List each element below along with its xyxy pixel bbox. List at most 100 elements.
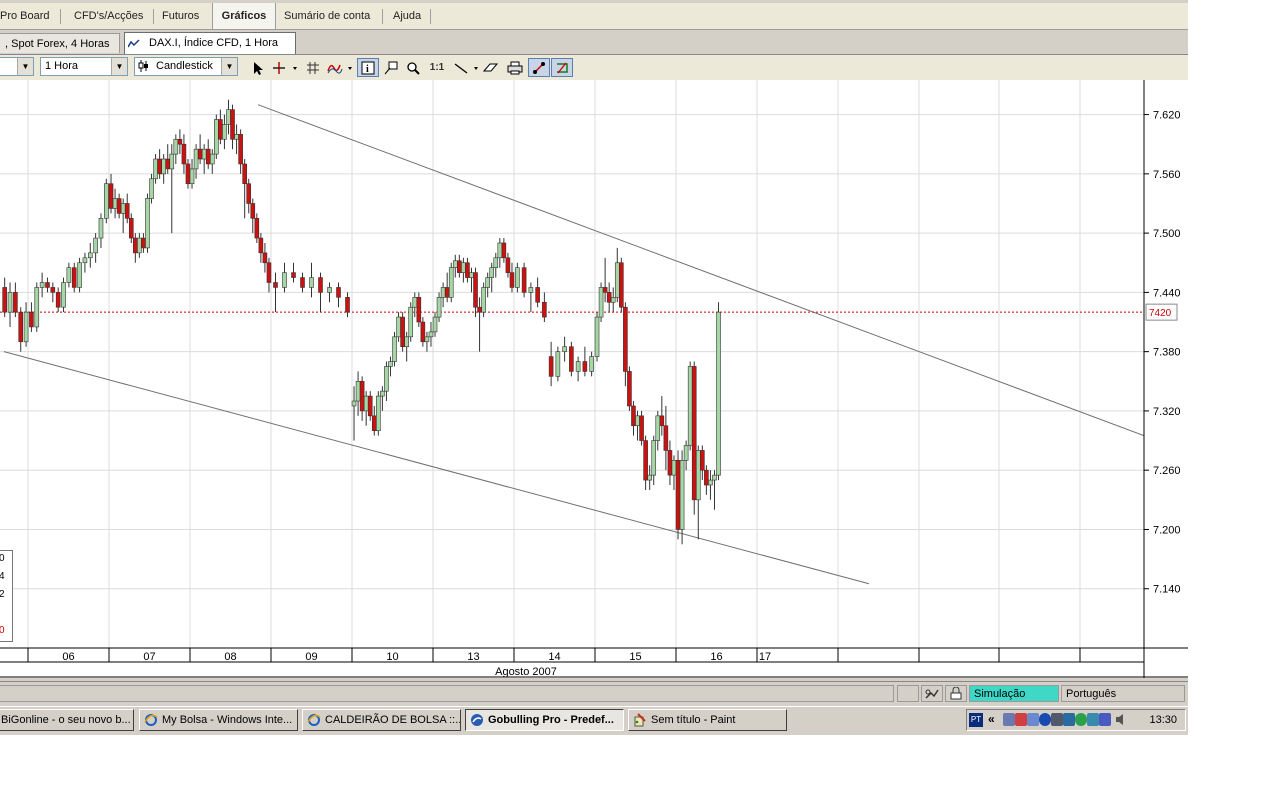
chart-type-select[interactable]: Candlestick ▼ bbox=[134, 57, 238, 76]
internet-explorer-icon bbox=[307, 714, 321, 726]
candle-up bbox=[149, 178, 154, 199]
skype-icon[interactable] bbox=[1075, 713, 1087, 726]
candle-up bbox=[39, 282, 45, 288]
menu-tab-pro-board[interactable]: Pro Board bbox=[0, 3, 58, 29]
print-tool-icon[interactable] bbox=[505, 58, 525, 77]
candle-down bbox=[141, 237, 146, 249]
candle-up bbox=[384, 366, 389, 392]
candle-down bbox=[473, 272, 478, 308]
candle-up bbox=[528, 287, 534, 293]
taskbar-button-bigonline[interactable]: BiGonline - o seu novo b... bbox=[0, 709, 134, 731]
taskbar-button-caldeirao[interactable]: CALDEIRÃO DE BOLSA ::... bbox=[302, 709, 461, 731]
candle-up bbox=[380, 390, 385, 397]
messenger-icon[interactable] bbox=[1063, 713, 1075, 726]
draw-trendline-tool-icon[interactable] bbox=[528, 58, 550, 77]
graphics-icon[interactable] bbox=[1099, 713, 1111, 726]
magnet-tool-icon[interactable] bbox=[551, 58, 573, 77]
candle-up bbox=[209, 153, 215, 165]
candle-up bbox=[679, 460, 685, 530]
chart-tab-dax[interactable]: DAX.I, Índice CFD, 1 Hora bbox=[124, 32, 296, 54]
chart-tab-dax-label: DAX.I, Índice CFD, 1 Hora bbox=[149, 37, 278, 49]
security-alert-icon[interactable] bbox=[1015, 713, 1027, 726]
candle-up bbox=[489, 267, 495, 278]
menu-tab-futuros[interactable]: Futuros bbox=[162, 3, 208, 29]
candle-down bbox=[45, 282, 50, 288]
taskbar-button-my-bolsa[interactable]: My Bolsa - Windows Inte... bbox=[139, 709, 298, 731]
candle-down bbox=[465, 262, 470, 278]
taskbar-button-label: CALDEIRÃO DE BOLSA ::... bbox=[325, 714, 461, 726]
candle-down bbox=[181, 143, 187, 165]
simulation-mode-indicator[interactable]: Simulação bbox=[969, 685, 1059, 702]
candle-up bbox=[396, 316, 401, 338]
menu-tab-ajuda[interactable]: Ajuda bbox=[393, 3, 433, 29]
lock-icon[interactable] bbox=[945, 685, 967, 702]
connection-status-icon[interactable] bbox=[921, 685, 943, 702]
candle-down bbox=[300, 277, 305, 288]
zoom-reset-button[interactable]: 1:1 bbox=[427, 58, 447, 77]
candle-down bbox=[165, 158, 171, 170]
candle-down bbox=[659, 415, 665, 427]
price-chart[interactable]: 7.620 7.560 7.500 7.440 7.380 7.320 7.260 7.200… bbox=[0, 80, 1188, 678]
candle-down bbox=[185, 163, 191, 185]
line-tool-icon[interactable] bbox=[452, 58, 480, 77]
chart-tabs-bar: , Spot Forex, 4 Horas DAX.I, Índice CFD,… bbox=[0, 30, 1188, 55]
candle-up bbox=[695, 450, 701, 501]
tray-expand-chevron-icon[interactable]: « bbox=[988, 712, 995, 726]
candle-up bbox=[635, 415, 640, 427]
candle-up bbox=[610, 297, 616, 303]
candle-up bbox=[87, 252, 93, 259]
interval-select[interactable]: 1 Hora ▼ bbox=[40, 57, 128, 76]
y-axis-tick-label: 7.260 bbox=[1153, 465, 1181, 477]
candle-down bbox=[400, 316, 405, 348]
candle-down bbox=[124, 203, 130, 219]
x-axis-tick-label: 08 bbox=[224, 651, 236, 663]
menu-tab-sumario-de-conta[interactable]: Sumário de conta bbox=[284, 3, 380, 29]
y-axis-tick-label: 7.620 bbox=[1153, 110, 1181, 122]
candle-up bbox=[376, 395, 381, 431]
candle-up bbox=[77, 262, 82, 288]
utility-icon[interactable] bbox=[1087, 713, 1099, 726]
chart-tab-spot-forex[interactable]: , Spot Forex, 4 Horas bbox=[0, 33, 120, 53]
indicator-tool-icon[interactable] bbox=[326, 58, 354, 77]
annotation-tool-icon[interactable] bbox=[382, 58, 400, 77]
pointer-tool-icon[interactable] bbox=[249, 58, 267, 77]
menu-separator bbox=[153, 9, 154, 24]
candle-down bbox=[542, 301, 547, 318]
candle-up bbox=[82, 257, 88, 264]
y-axis-tick-label: 7.560 bbox=[1153, 169, 1181, 181]
candle-up bbox=[651, 440, 657, 476]
candle-down bbox=[197, 148, 203, 160]
grid-tool-icon[interactable] bbox=[304, 58, 322, 77]
menu-tab-graficos[interactable]: Gráficos bbox=[212, 3, 276, 29]
symbol-select[interactable]: ▼ bbox=[0, 57, 34, 76]
taskbar-button-gobulling[interactable]: Gobulling Pro - Predef... bbox=[465, 709, 624, 731]
crosshair-tool-icon[interactable] bbox=[271, 58, 299, 77]
menu-tab-cfds[interactable]: CFD's/Acções bbox=[74, 3, 152, 29]
info-tool-icon[interactable]: i bbox=[357, 58, 379, 77]
dropdown-arrow-icon: ▼ bbox=[111, 58, 127, 75]
monitor-icon[interactable] bbox=[1051, 713, 1063, 726]
volume-icon[interactable] bbox=[1115, 713, 1127, 726]
candle-up bbox=[436, 297, 442, 318]
candle-up bbox=[448, 267, 454, 298]
zoom-tool-icon[interactable] bbox=[404, 58, 422, 77]
chart-type-select-value: Candlestick bbox=[156, 60, 213, 72]
antivirus-icon[interactable] bbox=[1027, 713, 1039, 726]
candle-down bbox=[505, 257, 511, 273]
language-indicator[interactable]: Português bbox=[1061, 685, 1185, 702]
candle-up bbox=[66, 267, 72, 283]
taskbar-button-paint[interactable]: Sem título - Paint bbox=[628, 709, 787, 731]
chart-line-icon bbox=[128, 39, 140, 48]
candle-down bbox=[548, 356, 554, 377]
eraser-tool-icon[interactable] bbox=[482, 58, 500, 77]
menu-separator bbox=[430, 9, 431, 24]
input-language-indicator[interactable]: PT bbox=[969, 713, 983, 727]
candle-down bbox=[345, 297, 350, 313]
candle-down bbox=[55, 292, 61, 308]
network-icon[interactable] bbox=[1003, 713, 1015, 726]
candle-down bbox=[367, 395, 373, 417]
candlestick-chart[interactable]: 7.620 7.560 7.500 7.440 7.380 7.320 7.260 7.200… bbox=[0, 80, 1188, 678]
candle-down bbox=[619, 262, 624, 308]
candle-down bbox=[457, 260, 462, 273]
update-icon[interactable] bbox=[1039, 713, 1051, 726]
